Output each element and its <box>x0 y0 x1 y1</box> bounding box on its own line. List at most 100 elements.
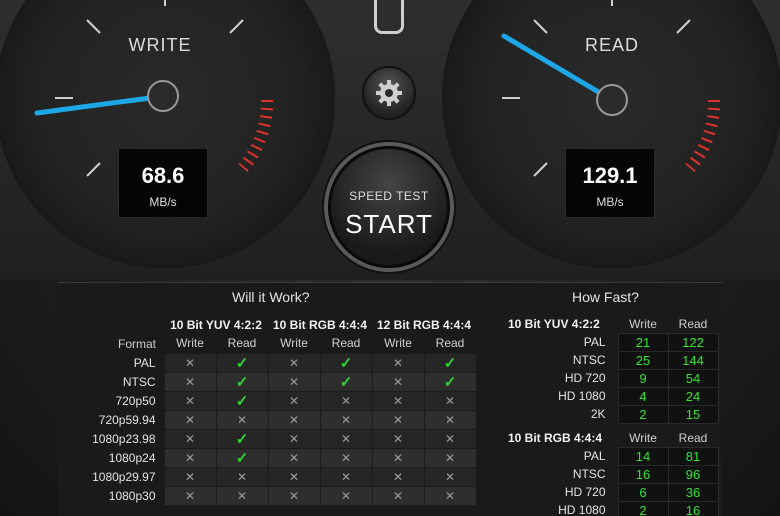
cross-icon: ✕ <box>319 428 373 449</box>
read-redline <box>685 99 721 172</box>
cross-icon: ✕ <box>163 447 217 468</box>
group-header: 10 Bit YUV 4:2:2 <box>508 317 600 331</box>
format-label: HD 720 <box>564 371 606 385</box>
format-label: HD 720 <box>564 485 606 499</box>
cross-icon: ✕ <box>319 485 373 506</box>
cross-icon: ✕ <box>215 466 269 487</box>
cross-icon: ✕ <box>423 409 477 430</box>
cross-icon: ✕ <box>423 390 477 411</box>
format-label: NTSC <box>572 467 606 481</box>
format-label: NTSC <box>122 374 156 389</box>
format-label: 1080p24 <box>108 450 156 465</box>
check-icon: ✓ <box>215 447 269 468</box>
cross-icon: ✕ <box>267 428 321 449</box>
table-row: 1080p30 ✕ ✕ ✕ ✕ ✕ ✕ <box>64 485 477 506</box>
cross-icon: ✕ <box>371 485 425 506</box>
write-fps-value: 9 <box>617 368 669 388</box>
read-fps-value: 144 <box>667 350 719 370</box>
format-label: 1080p23.98 <box>92 431 156 446</box>
group-header: 12 Bit RGB 4:4:4 <box>376 317 472 332</box>
cross-icon: ✕ <box>267 485 321 506</box>
format-label: 1080p30 <box>108 488 156 503</box>
cross-icon: ✕ <box>319 466 373 487</box>
table-row: PAL 21 122 <box>500 332 719 352</box>
check-icon: ✓ <box>423 352 477 373</box>
column-header: Read <box>435 336 465 351</box>
write-value: 68.6 <box>141 163 185 188</box>
write-fps-value: 21 <box>617 332 669 352</box>
cross-icon: ✕ <box>267 409 321 430</box>
column-header: Read <box>227 336 257 351</box>
check-icon: ✓ <box>215 352 269 373</box>
check-icon: ✓ <box>215 371 269 392</box>
format-label: HD 1080 <box>558 389 606 403</box>
start-button-sublabel: SPEED TEST <box>349 189 429 203</box>
column-header: Write <box>384 336 412 351</box>
write-label: WRITE <box>128 35 192 55</box>
table-row: HD 720 9 54 <box>500 368 719 388</box>
cross-icon: ✕ <box>267 352 321 373</box>
cross-icon: ✕ <box>423 485 477 506</box>
results-panel: Will it Work? How Fast? 10 Bit YUV 4:2:2… <box>58 282 722 516</box>
will-it-work-title: Will it Work? <box>232 289 310 305</box>
cross-icon: ✕ <box>371 466 425 487</box>
cross-icon: ✕ <box>163 371 217 392</box>
write-fps-value: 2 <box>617 404 669 424</box>
write-gauge: WRITE 68.6 MB/s <box>0 0 335 268</box>
group-header: 10 Bit RGB 4:4:4 <box>272 317 368 332</box>
column-header: Read <box>331 336 361 351</box>
format-label: PAL <box>133 355 156 370</box>
table-row: HD 1080 2 16 <box>500 500 719 516</box>
cross-icon: ✕ <box>319 409 373 430</box>
format-label: HD 1080 <box>558 503 606 516</box>
how-fast-table-rgb: 10 Bit RGB 4:4:4 Write Read PAL 14 81 NTSC 1… <box>500 429 719 516</box>
cross-icon: ✕ <box>371 352 425 373</box>
column-header: Write <box>176 336 204 351</box>
table-row: NTSC 16 96 <box>500 464 719 484</box>
cross-icon: ✕ <box>423 428 477 449</box>
table-row: 720p50 ✕ ✓ ✕ ✕ ✕ ✕ <box>64 390 477 411</box>
cross-icon: ✕ <box>163 409 217 430</box>
write-fps-value: 14 <box>617 446 669 466</box>
read-label: READ <box>584 35 639 55</box>
disk-speed-test-window: WRITE 68.6 MB/s READ 129.1 MB/s SPEED TE… <box>0 0 780 516</box>
check-icon: ✓ <box>319 352 373 373</box>
read-fps-value: 122 <box>667 332 719 352</box>
table-row: 2K 2 15 <box>500 404 719 424</box>
settings-button[interactable] <box>362 66 416 120</box>
table-row: 1080p24 ✕ ✓ ✕ ✕ ✕ ✕ <box>64 447 477 468</box>
cross-icon: ✕ <box>371 447 425 468</box>
cross-icon: ✕ <box>267 390 321 411</box>
read-fps-value: 16 <box>667 500 719 516</box>
write-fps-value: 16 <box>617 464 669 484</box>
cross-icon: ✕ <box>423 466 477 487</box>
format-label: 2K <box>590 407 606 421</box>
start-button[interactable]: SPEED TEST START <box>328 146 450 268</box>
format-header: Format <box>117 336 156 351</box>
format-label: NTSC <box>572 353 606 367</box>
read-fps-value: 81 <box>667 446 719 466</box>
write-fps-value: 6 <box>617 482 669 502</box>
format-label: 1080p29.97 <box>92 469 156 484</box>
cross-icon: ✕ <box>215 485 269 506</box>
cross-icon: ✕ <box>163 352 217 373</box>
read-readout: 129.1 MB/s <box>565 148 655 218</box>
how-fast-title: How Fast? <box>572 289 639 305</box>
column-header: Read <box>678 430 708 445</box>
read-fps-value: 36 <box>667 482 719 502</box>
column-header: Write <box>629 316 657 331</box>
cross-icon: ✕ <box>163 390 217 411</box>
cross-icon: ✕ <box>163 485 217 506</box>
group-header: 10 Bit RGB 4:4:4 <box>508 431 603 445</box>
table-row: NTSC 25 144 <box>500 350 719 370</box>
cross-icon: ✕ <box>163 466 217 487</box>
table-row: 1080p23.98 ✕ ✓ ✕ ✕ ✕ ✕ <box>64 428 477 449</box>
cross-icon: ✕ <box>371 371 425 392</box>
read-fps-value: 24 <box>667 386 719 406</box>
write-fps-value: 4 <box>617 386 669 406</box>
column-header: Write <box>280 336 308 351</box>
read-value: 129.1 <box>582 163 638 188</box>
table-row: NTSC ✕ ✓ ✕ ✓ ✕ ✓ <box>64 371 477 392</box>
write-redline <box>238 99 274 172</box>
read-gauge: READ 129.1 MB/s <box>442 0 780 268</box>
